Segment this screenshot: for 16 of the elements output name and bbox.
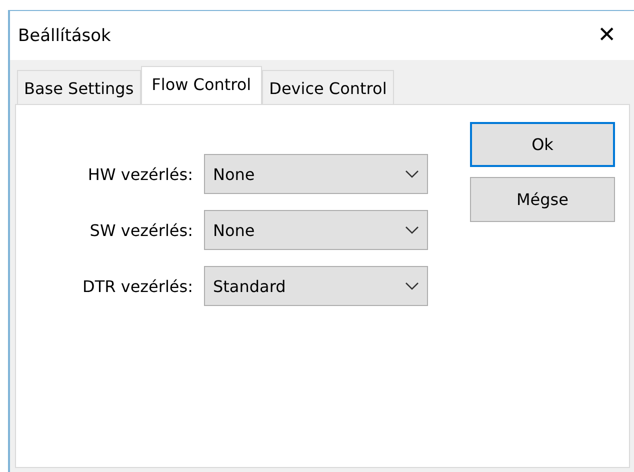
tab[interactable]: Device Control — [262, 70, 394, 104]
ok-button[interactable]: Ok — [470, 122, 615, 167]
tab[interactable]: Base Settings — [17, 70, 141, 104]
field-label: SW vezérlés: — [88, 220, 193, 240]
tab[interactable]: Flow Control — [140, 66, 262, 105]
chevron-down-icon — [405, 170, 419, 178]
dropdown[interactable]: None — [204, 154, 428, 194]
window-title: Beállítások — [18, 26, 111, 46]
close-button[interactable]: ✕ — [592, 23, 622, 48]
field-label: HW vezérlés: — [86, 164, 193, 184]
cancel-button[interactable]: Mégse — [470, 177, 615, 222]
dropdown[interactable]: Standard — [204, 266, 428, 306]
chevron-down-icon — [405, 282, 419, 290]
field-label: DTR vezérlés: — [82, 276, 193, 296]
chevron-down-icon — [405, 226, 419, 234]
dropdown[interactable]: None — [204, 210, 428, 250]
